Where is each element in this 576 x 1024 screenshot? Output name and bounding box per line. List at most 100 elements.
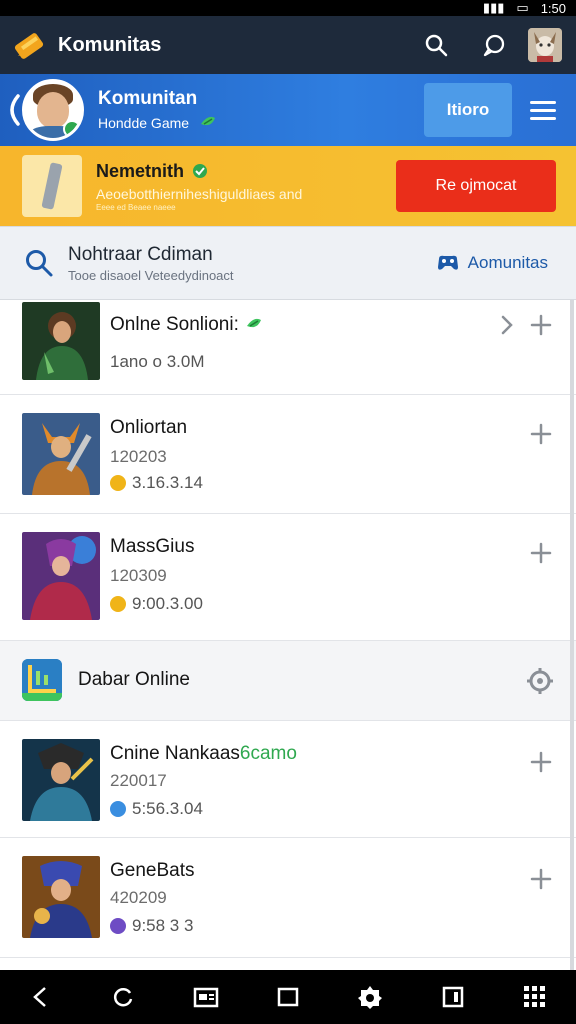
back-button[interactable] (4, 90, 20, 130)
coin-icon (110, 596, 126, 612)
app-bar: Komunitas (0, 16, 576, 74)
tool-icon (41, 162, 63, 210)
profile-avatar[interactable] (22, 79, 84, 141)
list-item[interactable]: MassGius 120309 9:00.3.00 (0, 514, 576, 641)
game-title: Cnine Nankaas (110, 743, 240, 764)
search-icon (425, 34, 448, 57)
pin-icon[interactable] (530, 423, 552, 445)
search-input[interactable]: Nohtraar Cdiman (68, 244, 436, 266)
refresh-icon (114, 988, 133, 1007)
status-bar: ▮▮▮ ▭ 1:50 (0, 0, 576, 16)
game-id: 220017 (110, 771, 167, 790)
game-stats: 9:58 3 3 (132, 916, 194, 935)
game-stats: 9:00.3.00 (132, 594, 203, 613)
pin-icon[interactable] (530, 868, 552, 890)
game-stats: 3.16.3.14 (132, 473, 203, 492)
status-time: 1:50 (540, 0, 566, 16)
promo-cta-button[interactable]: Re ojmocat (396, 160, 556, 212)
online-badge-icon (63, 120, 81, 138)
game-thumbnail (22, 856, 100, 938)
hamburger-menu-icon[interactable] (530, 96, 556, 125)
game-id: 120203 (110, 447, 167, 466)
category-label: Dabar Online (78, 669, 190, 690)
promo-fine-print: Eeee ed Beaee naeee (96, 202, 176, 212)
search-icon (24, 248, 54, 278)
back-arc-icon (10, 94, 20, 126)
recents-nav-button[interactable] (273, 982, 303, 1012)
square-icon (277, 987, 299, 1007)
pin-icon[interactable] (530, 314, 552, 336)
game-title: Onliortan (110, 417, 188, 438)
category-icon (22, 659, 62, 701)
category-row[interactable]: Dabar Online (0, 641, 576, 721)
verified-check-icon (193, 164, 208, 178)
search-placeholder: Tooe disaoel Veteedydinoact (68, 267, 234, 283)
game-id: 420209 (110, 888, 167, 907)
apps-nav-button[interactable] (520, 982, 550, 1012)
search-button[interactable] (416, 25, 456, 65)
game-id: 120309 (110, 566, 167, 585)
game-title: Onlne Sonlioni: (110, 314, 239, 335)
search-bar[interactable]: Nohtraar Cdiman Tooe disaoel Veteedydino… (0, 226, 576, 300)
back-icon (33, 987, 46, 1007)
chat-bubble-icon (483, 34, 505, 57)
coin-icon (110, 801, 126, 817)
system-nav-bar (0, 970, 576, 1024)
gear-badge-icon (358, 986, 383, 1009)
scrollbar[interactable] (570, 300, 574, 970)
back-nav-button[interactable] (26, 982, 56, 1012)
list-item[interactable]: Onliortan 120203 3.16.3.14 (0, 395, 576, 514)
promo-banner: Nemetnith Aeoebotthierniheshiguldliaes a… (0, 146, 576, 226)
game-title: GeneBats (110, 860, 195, 881)
game-character-icon (22, 413, 100, 495)
promo-image (22, 155, 82, 217)
game-character-icon (22, 532, 100, 620)
coin-icon (110, 918, 126, 934)
community-link[interactable]: Aomunitas (436, 253, 548, 273)
game-character-icon (22, 302, 100, 380)
gallery-nav-button[interactable] (191, 982, 221, 1012)
verified-leaf-icon (201, 116, 216, 126)
gear-icon[interactable] (526, 667, 554, 695)
profile-subtitle: Hondde Game (98, 115, 190, 131)
avatar-image-icon (528, 28, 562, 62)
apps-grid-icon (523, 986, 545, 1007)
list-item[interactable]: Onlne Sonlioni: 1ano o 3.0M (0, 300, 576, 395)
coin-icon (110, 475, 126, 491)
list-item[interactable]: Cnine Nankaas 6camo 220017 5:56.3.04 (0, 721, 576, 838)
window-nav-button[interactable] (438, 982, 468, 1012)
pin-icon[interactable] (530, 542, 552, 564)
game-stats: 1ano o 3.0M (110, 352, 205, 371)
window-icon (442, 986, 463, 1008)
profile-name: Komunitan (98, 88, 198, 109)
game-thumbnail (22, 413, 100, 495)
signal-icon: ▮▮▮ (482, 0, 505, 15)
promo-cta-label: Re ojmocat (435, 177, 517, 194)
community-link-label: Aomunitas (467, 253, 548, 272)
game-title-suffix: 6camo (239, 743, 297, 764)
chat-button[interactable] (474, 25, 514, 65)
profile-action-label: Itioro (446, 100, 490, 119)
game-thumbnail (22, 302, 100, 380)
promo-description: Aeoebotthierniheshiguldliaes and (96, 185, 303, 202)
game-list: Onlne Sonlioni: 1ano o 3.0M Onliortan 12… (0, 300, 576, 970)
profile-header: Komunitan Hondde Game Itioro (0, 74, 576, 146)
refresh-nav-button[interactable] (108, 982, 138, 1012)
game-thumbnail (22, 532, 100, 620)
battery-icon: ▭ (516, 0, 529, 15)
game-character-icon (22, 739, 100, 821)
game-stats: 5:56.3.04 (132, 799, 203, 818)
game-character-icon (22, 856, 100, 938)
app-title: Komunitas (58, 33, 162, 56)
assistant-nav-button[interactable] (355, 982, 385, 1012)
game-title: MassGius (110, 536, 195, 557)
verified-badge-icon (246, 318, 261, 328)
list-item[interactable]: GeneBats 420209 9:58 3 3 (0, 838, 576, 958)
profile-action-button[interactable]: Itioro (424, 83, 512, 137)
user-avatar[interactable] (528, 28, 562, 62)
chevron-right-icon[interactable] (500, 314, 514, 336)
game-thumbnail (22, 739, 100, 821)
gamepad-icon (437, 255, 458, 270)
pin-icon[interactable] (530, 751, 552, 773)
app-logo-icon (14, 30, 48, 60)
